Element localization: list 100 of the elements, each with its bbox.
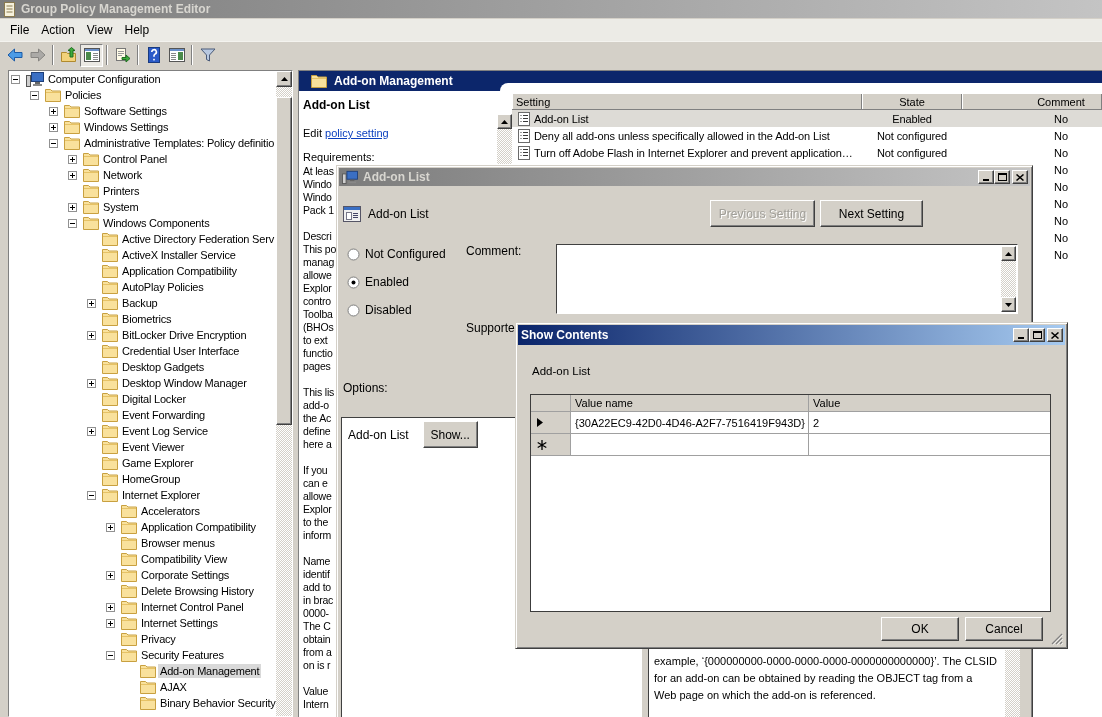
- folder-icon: [121, 552, 137, 566]
- menu-item[interactable]: Action: [35, 19, 81, 41]
- scroll-up-button[interactable]: [276, 71, 292, 87]
- dialog-title: Show Contents: [521, 328, 609, 342]
- radio-option[interactable]: Not Configured: [347, 246, 446, 262]
- policy-setting-link[interactable]: policy setting: [325, 127, 389, 139]
- tree-item[interactable]: Biometrics: [120, 312, 174, 326]
- radio-option[interactable]: Disabled: [347, 302, 412, 318]
- tree-item[interactable]: Privacy: [139, 632, 178, 646]
- tree-item[interactable]: Game Explorer: [120, 456, 196, 470]
- tree-item[interactable]: Network: [101, 168, 144, 182]
- tree-item[interactable]: Internet Explorer: [120, 488, 202, 502]
- tree-item[interactable]: Delete Browsing History: [139, 584, 256, 598]
- option-label: Add-on List: [348, 427, 409, 442]
- scrollbar-thumb[interactable]: [276, 97, 292, 425]
- comment-field[interactable]: [556, 244, 1018, 314]
- tree-item[interactable]: System: [101, 200, 141, 214]
- folder-icon: [121, 536, 137, 550]
- close-button[interactable]: [1047, 328, 1063, 342]
- tree-item[interactable]: Accelerators: [139, 504, 202, 518]
- tree-item[interactable]: Internet Settings: [139, 616, 220, 630]
- document-icon: [3, 1, 16, 17]
- vertical-scrollbar[interactable]: [1005, 650, 1020, 717]
- column-header[interactable]: Value: [809, 395, 1050, 411]
- tree-item[interactable]: Internet Control Panel: [139, 600, 246, 614]
- tree-item[interactable]: Administrative Templates: Policy definitio: [82, 136, 276, 150]
- cancel-button[interactable]: Cancel: [965, 617, 1043, 641]
- row-header[interactable]: [531, 412, 571, 433]
- tree-item[interactable]: Browser menus: [139, 536, 217, 550]
- options-label: Options:: [343, 382, 388, 395]
- tree-item[interactable]: Windows Components: [101, 216, 212, 230]
- column-header[interactable]: Value name: [571, 395, 809, 411]
- close-button[interactable]: [1012, 170, 1028, 184]
- menu-item[interactable]: Help: [118, 19, 156, 41]
- folder-icon: [102, 312, 118, 326]
- setting-name: Deny all add-ons unless specifically allowed in the Add-on List: [534, 129, 830, 142]
- folder-icon: [121, 584, 137, 598]
- scroll-up-button[interactable]: [1001, 246, 1016, 261]
- tree-item[interactable]: Credential User Interface: [120, 344, 242, 358]
- folder-up-arrow-icon: [60, 47, 77, 63]
- tree-item[interactable]: Application Compatibility: [139, 520, 258, 534]
- tree-item[interactable]: Corporate Settings: [139, 568, 232, 582]
- table-cell[interactable]: Add-on List: [512, 110, 862, 127]
- vertical-scrollbar[interactable]: [497, 114, 512, 164]
- menu-item[interactable]: File: [4, 19, 36, 41]
- pane-title: Add-on Management: [334, 74, 453, 88]
- radio-option[interactable]: Enabled: [347, 274, 410, 290]
- scroll-down-button[interactable]: [1001, 297, 1016, 312]
- tree-item[interactable]: Windows Settings: [82, 120, 171, 134]
- folder-icon: [102, 264, 118, 278]
- tree-item[interactable]: Printers: [101, 184, 142, 198]
- tree-item[interactable]: HomeGroup: [120, 472, 183, 486]
- tree-item[interactable]: Compatibility View: [139, 552, 230, 566]
- tree-item[interactable]: Binary Behavior Security: [158, 696, 276, 710]
- tree-item[interactable]: Desktop Gadgets: [120, 360, 206, 374]
- tree-item[interactable]: Application Compatibility: [120, 264, 239, 278]
- show-button[interactable]: Show...: [422, 421, 478, 448]
- folder-icon: [311, 74, 327, 88]
- tree-item[interactable]: Computer Configuration: [46, 72, 163, 86]
- maximize-button[interactable]: [1029, 328, 1045, 342]
- folder-icon: [102, 232, 118, 246]
- tree-item[interactable]: Digital Locker: [120, 392, 188, 406]
- help-icon: [145, 47, 162, 63]
- tree-item[interactable]: Event Forwarding: [120, 408, 207, 422]
- tree-item[interactable]: Desktop Window Manager: [120, 376, 249, 390]
- vertical-scrollbar[interactable]: [1001, 246, 1016, 312]
- tree-item[interactable]: ActiveX Installer Service: [120, 248, 238, 262]
- scroll-up-button[interactable]: [497, 114, 512, 129]
- maximize-button[interactable]: [994, 170, 1010, 184]
- list-document-icon: [518, 128, 530, 143]
- tree-item[interactable]: Backup: [120, 296, 160, 310]
- ok-button[interactable]: OK: [881, 617, 959, 641]
- column-header[interactable]: Setting: [512, 94, 862, 109]
- row-header[interactable]: [531, 434, 571, 455]
- tree-item[interactable]: Control Panel: [101, 152, 170, 166]
- tree-item[interactable]: Event Viewer: [120, 440, 187, 454]
- minimize-button[interactable]: [1013, 328, 1029, 342]
- tree-item[interactable]: Add-on Management: [158, 664, 262, 678]
- filter-icon: [199, 47, 216, 63]
- triangle-pointer-icon: [537, 418, 543, 427]
- tree-item[interactable]: Active Directory Federation Serv: [120, 232, 276, 246]
- tree-item[interactable]: Security Features: [139, 648, 226, 662]
- tree-item[interactable]: AJAX: [158, 680, 189, 694]
- vertical-scrollbar[interactable]: [276, 71, 292, 716]
- column-header[interactable]: Comment: [962, 94, 1102, 109]
- tree-item[interactable]: BitLocker Drive Encryption: [120, 328, 249, 342]
- document-arrow-icon: [114, 47, 131, 63]
- folder-icon: [102, 376, 118, 390]
- tree-item[interactable]: AutoPlay Policies: [120, 280, 206, 294]
- tree-item[interactable]: Policies: [63, 88, 104, 102]
- folder-icon: [102, 408, 118, 422]
- folder-icon: [121, 600, 137, 614]
- next-setting-button[interactable]: Next Setting: [820, 200, 923, 227]
- menu-item[interactable]: View: [80, 19, 119, 41]
- tree-item[interactable]: Software Settings: [82, 104, 169, 118]
- console-tree-button[interactable]: [80, 43, 103, 67]
- column-header[interactable]: State: [862, 94, 962, 109]
- tree-item[interactable]: Event Log Service: [120, 424, 210, 438]
- minimize-button[interactable]: [978, 170, 994, 184]
- folder-icon: [83, 184, 99, 198]
